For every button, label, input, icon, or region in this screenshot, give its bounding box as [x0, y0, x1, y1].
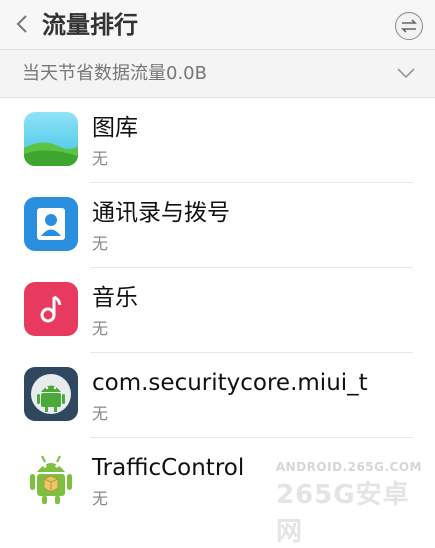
app-name: com.securitycore.miui_t — [92, 370, 368, 396]
app-usage: 无 — [92, 404, 109, 423]
app-name: 音乐 — [92, 285, 138, 311]
daily-savings-summary[interactable]: 当天节省数据流量0.0B — [0, 50, 435, 98]
app-usage: 无 — [92, 319, 109, 338]
app-name: TrafficControl — [92, 455, 245, 481]
list-item-trafficcontrol[interactable]: TrafficControl 无 — [0, 438, 435, 523]
back-button[interactable] — [14, 12, 30, 36]
chevron-left-icon — [16, 15, 27, 33]
sort-arrows-icon — [401, 19, 417, 33]
list-item-securitycore[interactable]: com.securitycore.miui_t 无 — [0, 353, 435, 438]
chevron-down-icon — [397, 68, 415, 79]
page-title: 流量排行 — [42, 11, 138, 39]
app-name: 通讯录与拨号 — [92, 200, 230, 226]
savings-text: 当天节省数据流量0.0B — [22, 63, 207, 84]
app-usage: 无 — [92, 149, 109, 168]
list-item-gallery[interactable]: 图库 无 — [0, 98, 435, 183]
android-robot-icon — [24, 452, 78, 506]
list-item-music[interactable]: 音乐 无 — [0, 268, 435, 353]
app-usage: 无 — [92, 234, 109, 253]
sort-button[interactable] — [395, 12, 423, 40]
android-icon — [24, 367, 78, 421]
app-usage-list: 图库 无 通讯录与拨号 无 音乐 无 com.securitycore.miui… — [0, 98, 435, 523]
contacts-icon — [24, 197, 78, 251]
app-usage: 无 — [92, 489, 109, 508]
app-name: 图库 — [92, 115, 138, 141]
list-item-contacts[interactable]: 通讯录与拨号 无 — [0, 183, 435, 268]
title-bar: 流量排行 — [0, 0, 435, 50]
music-icon — [24, 282, 78, 336]
gallery-icon — [24, 112, 78, 166]
